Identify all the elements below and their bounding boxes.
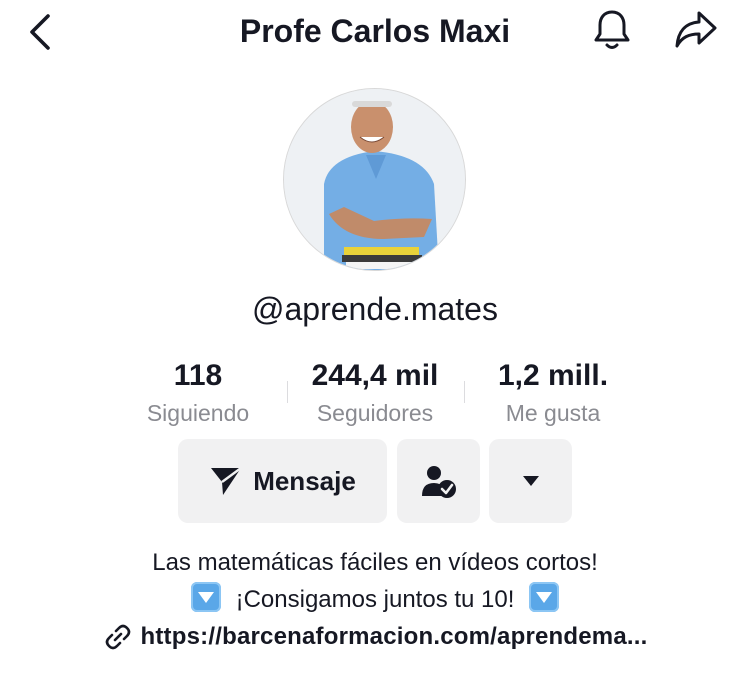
bio-line-2-row: ¡Consigamos juntos tu 10! xyxy=(0,582,750,616)
link-icon xyxy=(105,624,130,650)
more-options-button[interactable] xyxy=(489,439,572,523)
bio-link-text[interactable]: https://barcenaformacion.com/aprendema..… xyxy=(141,623,648,651)
message-button[interactable]: Mensaje xyxy=(178,439,387,523)
followers-label: Seguidores xyxy=(316,400,434,426)
down-arrow-emoji-icon xyxy=(190,582,221,612)
stat-divider xyxy=(464,381,465,403)
share-button[interactable] xyxy=(670,4,722,56)
bio-line-2: ¡Consigamos juntos tu 10! xyxy=(235,586,515,613)
paper-plane-icon xyxy=(211,467,242,495)
following-label: Siguiendo xyxy=(146,400,250,426)
stat-following[interactable]: 118 Siguiendo xyxy=(128,358,268,428)
bio-link[interactable]: https://barcenaformacion.com/aprendema..… xyxy=(0,622,750,652)
notifications-button[interactable] xyxy=(586,4,638,56)
bell-icon xyxy=(594,10,630,49)
avatar[interactable] xyxy=(283,88,466,271)
stat-likes[interactable]: 1,2 mill. Me gusta xyxy=(478,358,628,428)
bio-line-1: Las matemáticas fáciles en vídeos cortos… xyxy=(152,549,598,576)
caret-down-icon xyxy=(522,476,539,486)
down-arrow-emoji-icon xyxy=(529,582,560,612)
message-label: Mensaje xyxy=(253,465,356,496)
following-count: 118 xyxy=(173,359,223,392)
likes-label: Me gusta xyxy=(505,400,601,426)
person-check-icon xyxy=(421,466,456,498)
following-status-button[interactable] xyxy=(397,439,480,523)
profile-photo xyxy=(284,89,465,270)
likes-count: 1,2 mill. xyxy=(497,359,609,392)
stat-divider xyxy=(287,381,288,403)
username: @aprende.mates xyxy=(252,291,498,327)
share-arrow-icon xyxy=(675,11,717,48)
followers-count: 244,4 mil xyxy=(311,359,439,392)
stat-followers[interactable]: 244,4 mil Seguidores xyxy=(290,358,460,428)
